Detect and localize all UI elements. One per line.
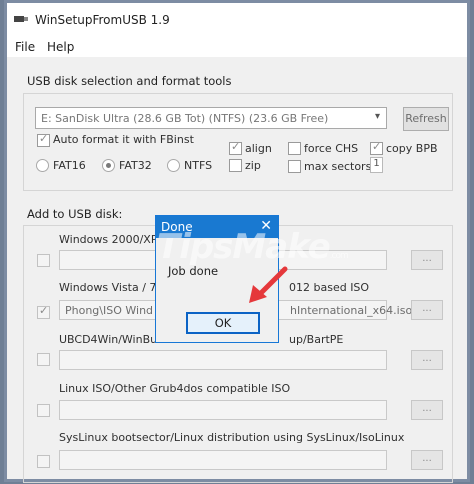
row-ubcd4win-label: UBCD4Win/WinBu [59,333,158,346]
align-label: align [245,142,272,155]
arrow-pointer-icon [249,266,288,303]
copy-bpb-label: copy BPB [386,142,438,155]
row-windows-vista-path-tail: hInternational_x64.iso [290,304,413,317]
title-bar[interactable]: WinSetupFromUSB 1.9 [7,3,467,37]
max-sectors-checkbox[interactable] [288,160,301,173]
row-linux-iso-checkbox[interactable] [37,404,50,417]
menu-help[interactable]: Help [47,40,74,54]
auto-format-label: Auto format it with FBinst [53,133,194,146]
row-windows-vista-checkbox[interactable] [37,304,50,319]
disk-select[interactable]: E: SanDisk Ultra (28.6 GB Tot) (NTFS) (2… [35,107,387,129]
align-checkbox[interactable] [229,140,242,155]
row-syslinux-path[interactable] [59,450,387,470]
bpb-value-field[interactable]: 1 [370,157,383,173]
row-syslinux-label: SysLinux bootsector/Linux distribution u… [59,431,405,444]
usb-section-label: USB disk selection and format tools [27,74,232,88]
row-linux-iso-path[interactable] [59,400,387,420]
row-linux-iso-browse[interactable]: ... [411,400,443,420]
row-ubcd4win-label-tail: up/BartPE [289,333,344,346]
app-window: WinSetupFromUSB 1.9 File Help USB disk s… [4,0,470,483]
row-windows-vista-label-tail: 012 based ISO [289,281,370,294]
radio-ntfs-label: NTFS [184,159,213,172]
max-sectors-label: max sectors [304,160,372,173]
force-chs-checkbox[interactable] [288,142,301,155]
row-windows-xp-checkbox[interactable] [37,254,50,267]
row-linux-iso-label: Linux ISO/Other Grub4dos compatible ISO [59,382,291,395]
force-chs-label: force CHS [304,142,359,155]
auto-format-checkbox[interactable] [37,132,50,147]
chevron-down-icon: ▾ [374,111,380,122]
usb-app-icon [14,16,28,22]
radio-fat32[interactable] [102,159,115,172]
row-ubcd4win-path[interactable] [59,350,387,370]
add-section-label: Add to USB disk: [27,207,123,221]
row-windows-vista-browse[interactable]: ... [411,300,443,320]
ok-button[interactable]: OK [186,312,260,334]
row-ubcd4win-browse[interactable]: ... [411,350,443,370]
refresh-button[interactable]: Refresh [403,107,449,131]
row-ubcd4win-checkbox[interactable] [37,353,50,366]
window-title: WinSetupFromUSB 1.9 [35,13,170,27]
radio-fat32-label: FAT32 [119,159,152,172]
radio-fat16-label: FAT16 [53,159,86,172]
row-windows-vista-label: Windows Vista / 7 [59,281,157,294]
copy-bpb-checkbox[interactable] [370,140,383,155]
menu-bar: File Help [7,37,467,57]
row-windows-xp-label: Windows 2000/XP [59,233,158,246]
row-windows-vista-path-value: Phong\ISO Wind [65,304,154,317]
menu-file[interactable]: File [15,40,35,54]
disk-select-value: E: SanDisk Ultra (28.6 GB Tot) (NTFS) (2… [41,112,329,125]
row-windows-xp-browse[interactable]: ... [411,250,443,270]
zip-checkbox[interactable] [229,159,242,172]
watermark-logo: TipsMake.com [157,227,349,267]
radio-fat16[interactable] [36,159,49,172]
row-syslinux-checkbox[interactable] [37,455,50,468]
row-syslinux-browse[interactable]: ... [411,450,443,470]
zip-label: zip [245,159,261,172]
radio-ntfs[interactable] [167,159,180,172]
